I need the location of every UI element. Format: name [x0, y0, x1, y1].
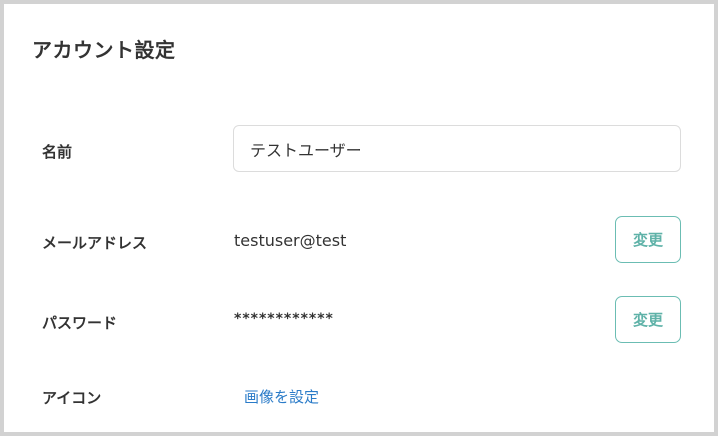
- password-value: ************: [234, 311, 334, 327]
- change-password-button[interactable]: 変更: [615, 296, 681, 343]
- page-title: アカウント設定: [32, 38, 176, 62]
- account-settings-panel: アカウント設定 名前 メールアドレス testuser@test 変更 パスワー…: [0, 0, 718, 436]
- email-label: メールアドレス: [42, 234, 148, 252]
- password-label: パスワード: [42, 314, 118, 332]
- icon-label: アイコン: [42, 389, 102, 407]
- change-email-button[interactable]: 変更: [615, 216, 681, 263]
- name-input[interactable]: [233, 125, 681, 172]
- set-image-link[interactable]: 画像を設定: [244, 386, 319, 407]
- name-label: 名前: [42, 143, 73, 161]
- email-value: testuser@test: [234, 231, 347, 250]
